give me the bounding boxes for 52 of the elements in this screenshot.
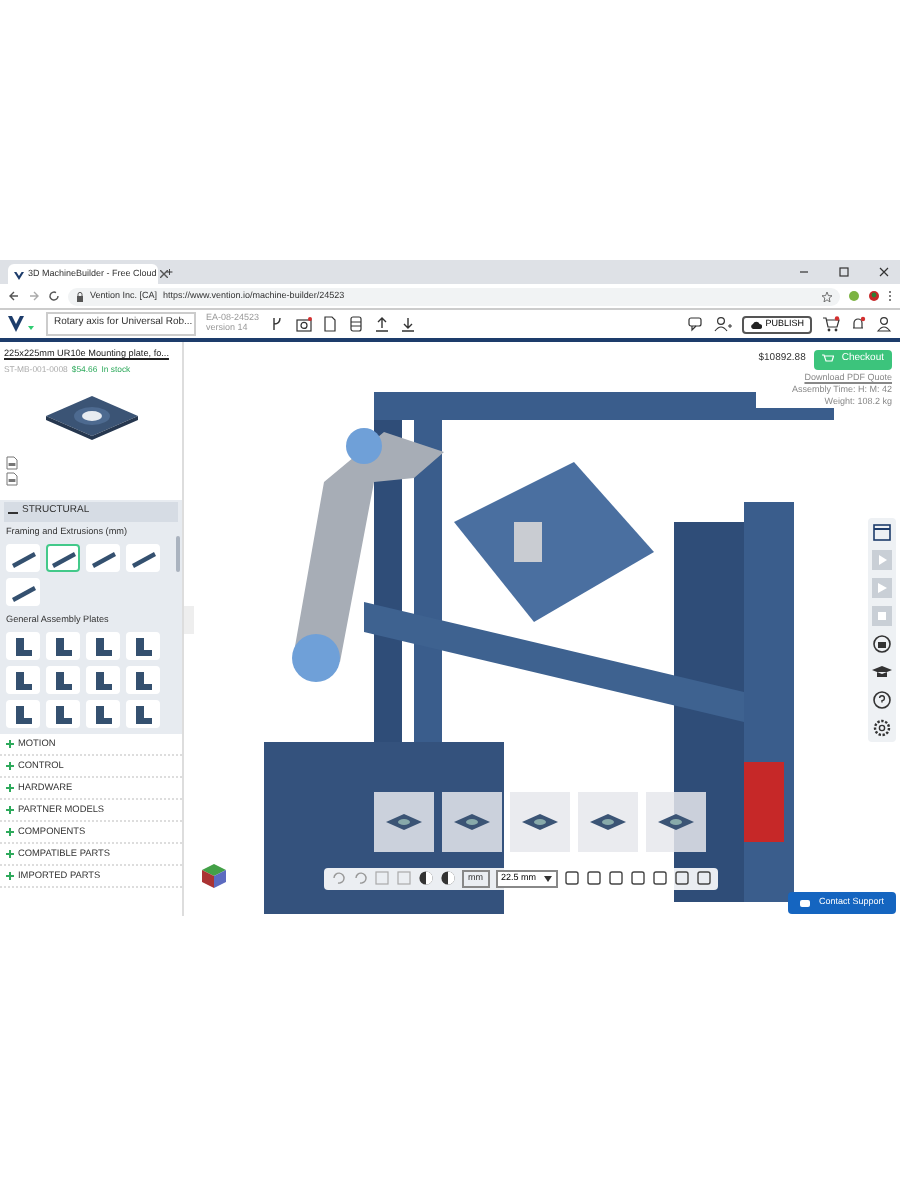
upload-icon[interactable]: [373, 316, 390, 332]
plus-icon: [6, 871, 14, 880]
settings-icon[interactable]: [872, 718, 892, 738]
cart-icon[interactable]: [822, 316, 840, 332]
back-icon[interactable]: [8, 290, 20, 302]
calendar-icon[interactable]: [872, 522, 892, 542]
document-icon[interactable]: [321, 316, 338, 332]
view-cube-icon[interactable]: [200, 862, 228, 890]
help-icon[interactable]: [872, 690, 892, 710]
logo-icon: [14, 269, 24, 279]
download-icon[interactable]: [399, 316, 416, 332]
part-thumbnail[interactable]: [442, 792, 502, 852]
scrollbar-thumb[interactable]: [176, 536, 180, 573]
cad-file-icon[interactable]: [6, 472, 18, 487]
part-thumbnail[interactable]: [646, 792, 706, 852]
branch-icon[interactable]: [269, 316, 286, 332]
cart-icon: [821, 354, 834, 365]
minus-icon: [8, 507, 18, 518]
plus-icon: [6, 761, 14, 770]
cloud-upload-icon: [749, 319, 762, 329]
add-user-icon[interactable]: [713, 316, 732, 332]
maximize-icon[interactable]: [838, 266, 850, 278]
chat-icon[interactable]: [687, 316, 704, 332]
plus-icon: [6, 805, 14, 814]
part-tile[interactable]: [46, 543, 80, 572]
plus-icon: [6, 739, 14, 748]
part-thumbnail[interactable]: [374, 792, 434, 852]
user-icon[interactable]: [876, 316, 892, 332]
database-icon[interactable]: [347, 316, 364, 332]
shading-icon[interactable]: [440, 870, 456, 887]
plus-icon: [6, 849, 14, 858]
part-thumbnail[interactable]: [510, 792, 570, 852]
badge-icon[interactable]: [872, 634, 892, 654]
profile-icon[interactable]: [868, 290, 880, 302]
reload-icon[interactable]: [48, 290, 60, 302]
plus-icon: [6, 827, 14, 836]
close-icon: [160, 270, 169, 278]
close-icon[interactable]: [878, 266, 890, 278]
material-icon[interactable]: [418, 870, 434, 887]
collapse-handle[interactable]: [184, 606, 194, 634]
minimize-icon[interactable]: [798, 266, 810, 278]
lock-icon: [76, 291, 84, 301]
star-icon[interactable]: [822, 291, 832, 301]
pdf-file-icon[interactable]: [6, 456, 18, 471]
chat-icon: [800, 899, 811, 908]
plus-icon: [6, 783, 14, 792]
part-thumbnail[interactable]: [578, 792, 638, 852]
graduation-cap-icon[interactable]: [872, 662, 892, 682]
bell-icon[interactable]: [850, 316, 866, 332]
mounting-plate-drawing: [41, 392, 141, 441]
caret-icon: [544, 875, 553, 882]
logo-icon: [8, 316, 36, 332]
